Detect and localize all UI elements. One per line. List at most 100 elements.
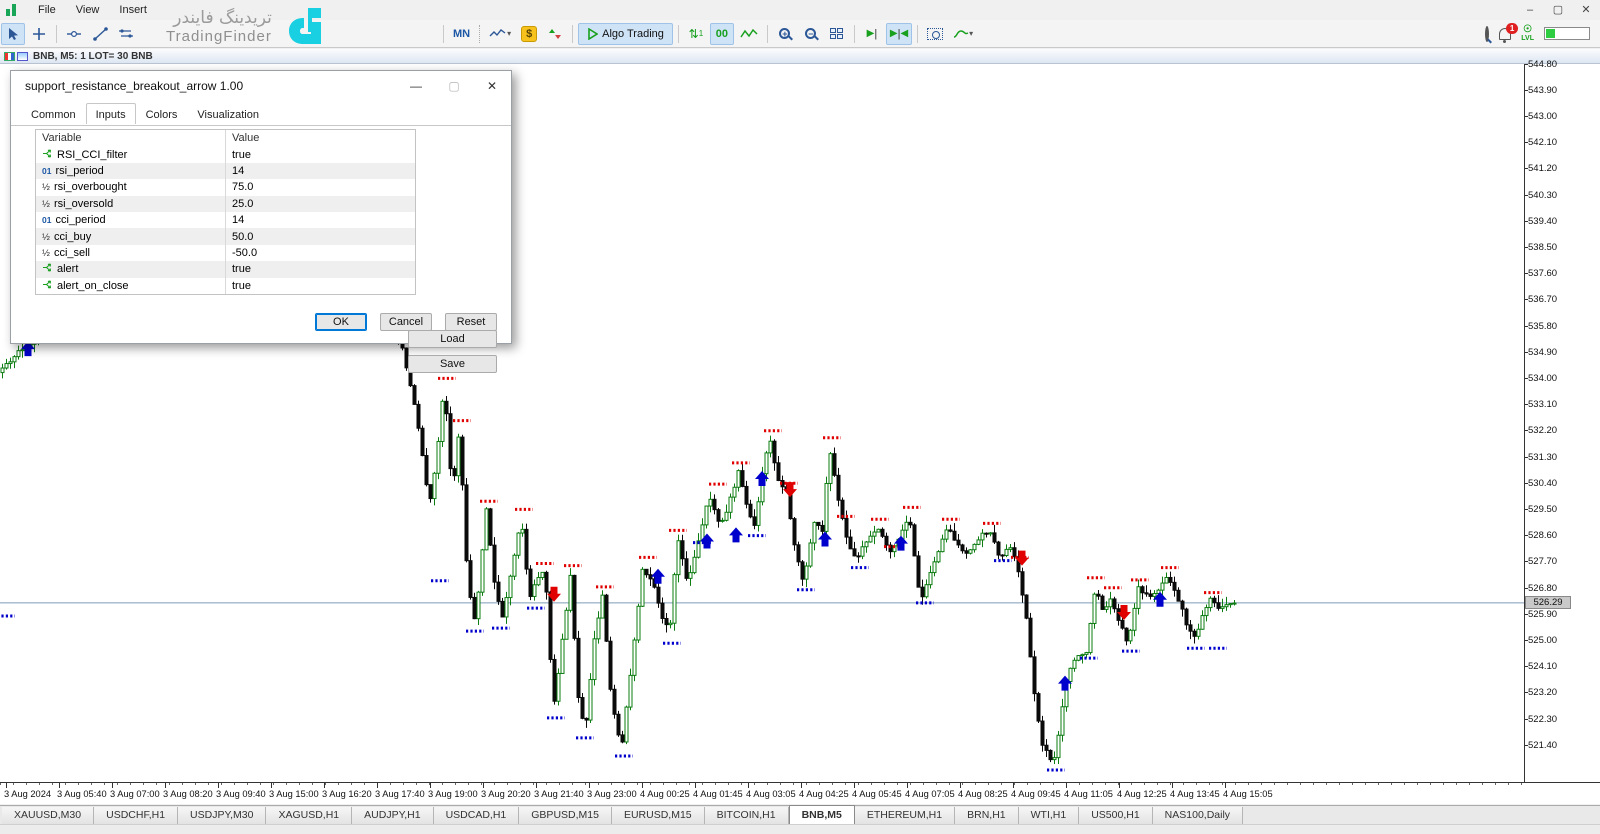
- tile-windows-icon[interactable]: [825, 23, 849, 45]
- timeframe-mn-button[interactable]: MN: [449, 23, 474, 45]
- buy-arrow-icon: [729, 527, 743, 542]
- hline-tool-icon[interactable]: [62, 23, 86, 45]
- channel-tool-icon[interactable]: [114, 23, 138, 45]
- dialog-tab-visualization[interactable]: Visualization: [187, 105, 269, 126]
- param-value[interactable]: 75.0: [226, 181, 415, 193]
- time-tick: [854, 783, 855, 788]
- cancel-button[interactable]: Cancel: [380, 313, 432, 331]
- symbol-tab-nas100[interactable]: NAS100,Daily: [1153, 807, 1243, 824]
- tick-00-button[interactable]: 00: [710, 23, 734, 45]
- param-row-cci_buy[interactable]: ½cci_buy50.0: [36, 228, 415, 244]
- new-order-icon[interactable]: [543, 23, 567, 45]
- time-tick: [483, 783, 484, 788]
- param-value[interactable]: 14: [226, 165, 415, 177]
- param-row-cci_sell[interactable]: ½cci_sell-50.0: [36, 245, 415, 261]
- bool-type-icon: [42, 279, 53, 293]
- dbl-type-icon: ½: [42, 198, 50, 210]
- zigzag-icon[interactable]: [736, 23, 762, 45]
- param-row-cci_period[interactable]: 01cci_period14: [36, 212, 415, 228]
- zoom-out-icon[interactable]: −: [799, 23, 823, 45]
- time-tick: [748, 783, 749, 788]
- int-type-icon: 01: [42, 214, 51, 226]
- param-row-rsi_overbought[interactable]: ½rsi_overbought75.0: [36, 179, 415, 195]
- dialog-close-icon[interactable]: ✕: [473, 73, 511, 99]
- lvl-icon[interactable]: ☉LVL: [1521, 25, 1534, 42]
- param-row-rsi_period[interactable]: 01rsi_period14: [36, 163, 415, 179]
- param-value[interactable]: 25.0: [226, 198, 415, 210]
- symbol-tab-audjpy[interactable]: AUDJPY,H1: [352, 807, 433, 824]
- indicator-settings-dialog: support_resistance_breakout_arrow 1.00 —…: [10, 70, 512, 344]
- time-axis-label: 4 Aug 01:45: [693, 789, 743, 799]
- dbl-type-icon: ½: [42, 181, 50, 193]
- symbol-tab-us500[interactable]: US500,H1: [1079, 807, 1152, 824]
- symbol-tab-usdcad[interactable]: USDCAD,H1: [434, 807, 520, 824]
- time-tick: [218, 783, 219, 788]
- symbol-tab-gbpusd[interactable]: GBPUSD,M15: [519, 807, 612, 824]
- param-row-alert[interactable]: alerttrue: [36, 261, 415, 277]
- param-name: alert_on_close: [57, 280, 129, 292]
- symbol-tab-usdchf[interactable]: USDCHF,H1: [94, 807, 178, 824]
- symbol-tab-xauusd[interactable]: XAUUSD,M30: [2, 807, 94, 824]
- shift-end-icon[interactable]: ▶|: [860, 23, 884, 45]
- price-axis-label: 543.90: [1528, 85, 1598, 97]
- window-maximize-button[interactable]: ▢: [1544, 1, 1572, 19]
- time-axis-label: 4 Aug 00:25: [640, 789, 690, 799]
- symbol-tab-usdjpy[interactable]: USDJPY,M30: [178, 807, 266, 824]
- save-button[interactable]: Save: [408, 355, 497, 373]
- param-row-RSI_CCI_filter[interactable]: RSI_CCI_filtertrue: [36, 146, 415, 162]
- symbol-tab-bnb[interactable]: BNB,M5: [789, 805, 855, 824]
- search-icon[interactable]: [1485, 28, 1489, 40]
- time-axis-label: 3 Aug 16:20: [322, 789, 372, 799]
- indicator-icon[interactable]: ▾: [949, 23, 977, 45]
- param-value[interactable]: 14: [226, 214, 415, 226]
- param-value[interactable]: -50.0: [226, 247, 415, 259]
- param-name: rsi_oversold: [54, 198, 113, 210]
- reset-button[interactable]: Reset: [445, 313, 497, 331]
- camera-icon[interactable]: [923, 23, 947, 45]
- symbol-tab-wti[interactable]: WTI,H1: [1019, 807, 1080, 824]
- symbol-tab-xagusd[interactable]: XAGUSD,H1: [266, 807, 352, 824]
- menu-insert[interactable]: Insert: [109, 2, 157, 18]
- cursor-icon[interactable]: [1, 23, 25, 45]
- param-value[interactable]: true: [226, 280, 415, 292]
- symbol-tab-bitcoin[interactable]: BITCOIN,H1: [705, 807, 789, 824]
- time-axis-label: 3 Aug 08:20: [163, 789, 213, 799]
- time-axis-label: 3 Aug 09:40: [216, 789, 266, 799]
- notification-badge: 1: [1506, 23, 1518, 34]
- symbol-tab-brn[interactable]: BRN,H1: [955, 807, 1019, 824]
- param-value[interactable]: 50.0: [226, 231, 415, 243]
- price-axis-label: 534.00: [1528, 373, 1598, 385]
- price-axis-label: 529.50: [1528, 504, 1598, 516]
- dialog-tab-colors[interactable]: Colors: [136, 105, 188, 126]
- symbol-tab-eurusd[interactable]: EURUSD,M15: [612, 807, 705, 824]
- window-close-button[interactable]: ✕: [1572, 1, 1600, 19]
- window-minimize-button[interactable]: –: [1516, 1, 1544, 19]
- dialog-tab-common[interactable]: Common: [21, 105, 86, 126]
- bell-icon[interactable]: 1: [1499, 28, 1511, 40]
- time-tick: [1119, 783, 1120, 788]
- crosshair-icon[interactable]: [27, 23, 51, 45]
- chart-type-icon[interactable]: ▾: [485, 23, 515, 45]
- dialog-minimize-button[interactable]: —: [397, 73, 435, 99]
- menu-view[interactable]: View: [66, 2, 110, 18]
- param-value[interactable]: true: [226, 149, 415, 161]
- column-variable: Variable: [36, 130, 226, 146]
- param-value[interactable]: true: [226, 263, 415, 275]
- tick-arrows-icon[interactable]: ⇅1: [684, 23, 708, 45]
- menu-file[interactable]: File: [28, 2, 66, 18]
- shift-left-icon[interactable]: ▶|◀: [886, 23, 912, 45]
- symbol-tab-ethereum[interactable]: ETHEREUM,H1: [855, 807, 955, 824]
- load-button[interactable]: Load: [408, 330, 497, 348]
- trendline-tool-icon[interactable]: [88, 23, 112, 45]
- zoom-in-icon[interactable]: +: [773, 23, 797, 45]
- algo-trading-button[interactable]: Algo Trading: [578, 23, 673, 45]
- dbl-type-icon: ½: [42, 247, 50, 259]
- dialog-tab-inputs[interactable]: Inputs: [86, 103, 136, 124]
- param-row-rsi_oversold[interactable]: ½ rsi_oversold 25.0: [36, 196, 415, 212]
- time-axis-label: 4 Aug 08:25: [958, 789, 1008, 799]
- dollar-icon[interactable]: $: [517, 23, 541, 45]
- chart-title: BNB, M5: 1 LOT= 30 BNB: [33, 51, 153, 62]
- ok-button[interactable]: OK: [315, 313, 367, 331]
- chart-icon: [4, 52, 15, 61]
- param-row-alert_on_close[interactable]: alert_on_close true: [36, 278, 415, 294]
